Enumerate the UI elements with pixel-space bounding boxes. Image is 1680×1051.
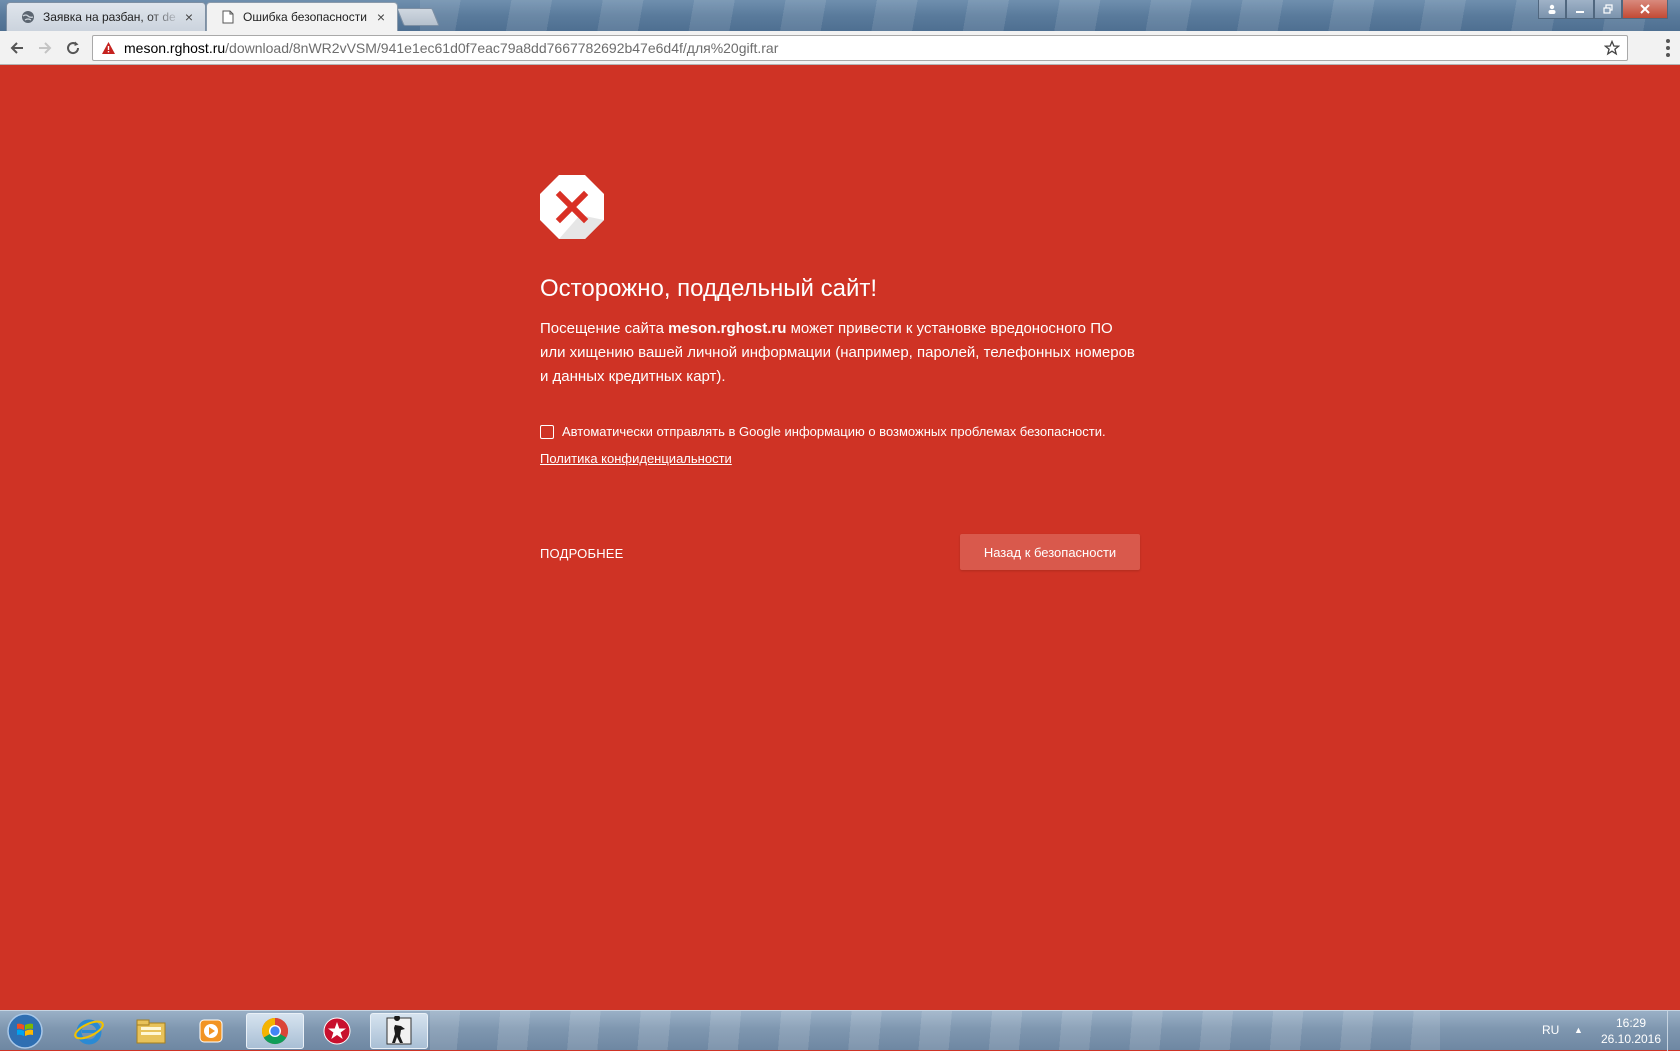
file-explorer-icon[interactable] xyxy=(122,1013,180,1049)
desc-text-before: Посещение сайта xyxy=(540,320,669,337)
taskbar: RU ▲ 16:29 26.10.2016 xyxy=(0,1010,1680,1051)
address-bar[interactable]: meson.rghost.ru/download/8nWR2vVSM/941e1… xyxy=(92,35,1628,61)
report-checkbox-label[interactable]: Автоматически отправлять в Google информ… xyxy=(562,424,1106,439)
interstitial-main: Осторожно, поддельный сайт! Посещение са… xyxy=(540,175,1140,466)
start-button[interactable] xyxy=(4,1012,46,1050)
warning-triangle-icon[interactable] xyxy=(100,40,116,56)
language-indicator[interactable]: RU xyxy=(1542,1023,1559,1037)
tray-expand-icon[interactable]: ▲ xyxy=(1574,1025,1583,1035)
details-button[interactable]: ПОДРОБНЕЕ xyxy=(540,546,624,561)
system-clock[interactable]: 16:29 26.10.2016 xyxy=(1596,1015,1666,1047)
clock-date: 26.10.2016 xyxy=(1600,1032,1662,1046)
safe-browsing-interstitial: Осторожно, поддельный сайт! Посещение са… xyxy=(0,65,1680,1010)
back-to-safety-button[interactable]: Назад к безопасности xyxy=(960,534,1140,570)
tab-close-icon[interactable]: × xyxy=(181,9,197,25)
stop-sign-icon xyxy=(540,175,604,239)
bookmark-star-icon[interactable] xyxy=(1603,39,1621,57)
new-tab-button[interactable] xyxy=(396,8,440,26)
close-window-icon[interactable] xyxy=(1622,0,1668,19)
minimize-icon[interactable] xyxy=(1566,0,1594,19)
pokerstars-icon[interactable] xyxy=(308,1013,366,1049)
tab-title: Ошибка безопасности xyxy=(243,10,367,24)
window-controls xyxy=(1538,0,1668,19)
browser-toolbar: meson.rghost.ru/download/8nWR2vVSM/941e1… xyxy=(0,31,1680,65)
chrome-icon[interactable] xyxy=(246,1013,304,1049)
media-player-icon[interactable] xyxy=(182,1013,240,1049)
page-icon xyxy=(221,10,235,24)
url-path: /download/8nWR2vVSM/941e1ec61d0f7eac79a8… xyxy=(225,40,779,56)
tab-title: Заявка на разбан, от de xyxy=(43,10,176,24)
profile-icon[interactable] xyxy=(1538,0,1566,19)
url-host: meson.rghost.ru xyxy=(124,40,226,56)
tab-close-icon[interactable]: × xyxy=(373,9,389,25)
clock-time: 16:29 xyxy=(1615,1016,1647,1030)
privacy-policy-link[interactable]: Политика конфиденциальности xyxy=(540,451,1140,466)
tab-active[interactable]: Ошибка безопасности × xyxy=(206,2,398,31)
warning-description: Посещение сайта meson.rghost.ru может пр… xyxy=(540,317,1140,389)
show-desktop-button[interactable] xyxy=(1667,1011,1680,1051)
back-arrow-icon[interactable] xyxy=(4,36,30,60)
page-title: Осторожно, поддельный сайт! xyxy=(540,275,878,302)
report-checkbox-row: Автоматически отправлять в Google информ… xyxy=(540,424,1140,439)
menu-dots-icon[interactable] xyxy=(1666,39,1670,57)
title-bar: Заявка на разбан, от de × Ошибка безопас… xyxy=(0,0,1680,31)
tab-inactive[interactable]: Заявка на разбан, от de × xyxy=(6,2,206,31)
report-checkbox[interactable] xyxy=(540,424,554,439)
forward-arrow-icon[interactable] xyxy=(32,36,58,60)
site-globe-icon xyxy=(21,10,35,24)
restore-icon[interactable] xyxy=(1594,0,1622,19)
reload-icon[interactable] xyxy=(60,36,86,60)
counter-strike-icon[interactable] xyxy=(370,1013,428,1049)
desc-host: meson.rghost.ru xyxy=(668,320,787,337)
internet-explorer-icon[interactable] xyxy=(60,1013,118,1049)
